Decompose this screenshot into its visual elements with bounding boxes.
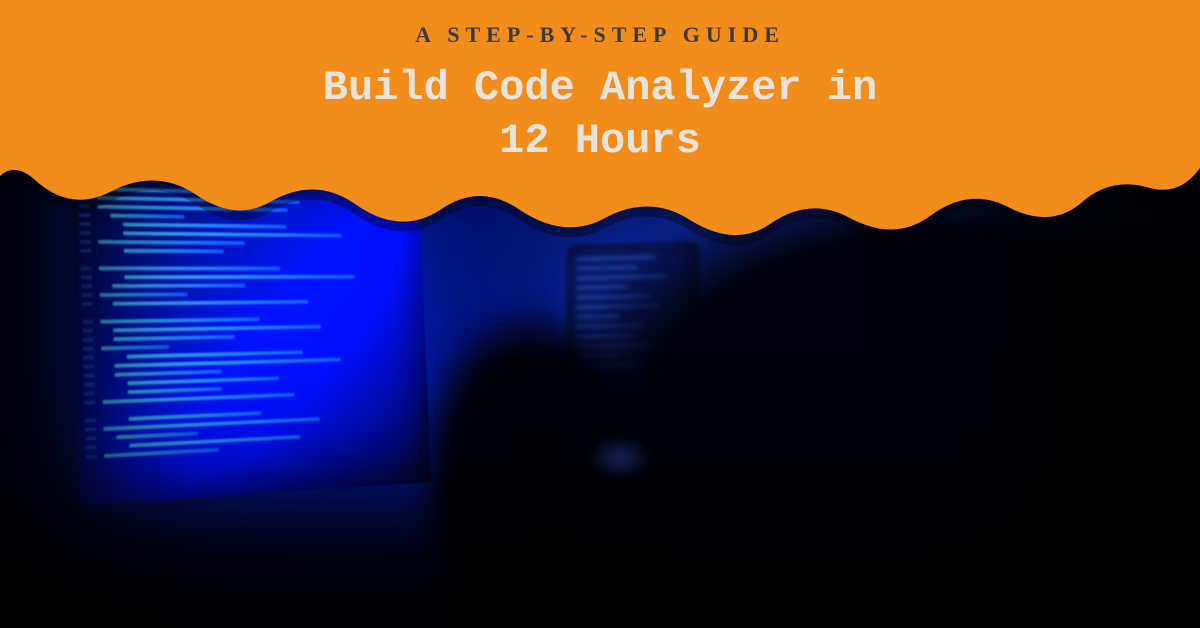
code-line: [127, 376, 278, 385]
code-line: [100, 317, 260, 323]
code-line: [100, 307, 416, 315]
gutter-mark: [81, 275, 92, 279]
gutter-mark: [85, 418, 96, 422]
code-line: [101, 345, 169, 350]
code-line: [128, 387, 222, 394]
code-line: [124, 275, 354, 279]
gutter-mark: [83, 364, 94, 368]
gutter-mark: [84, 400, 95, 404]
code-line: [128, 411, 261, 421]
gutter-mark: [85, 445, 96, 450]
code-line: [104, 448, 219, 458]
finger-highlight: [590, 438, 650, 478]
code-line: [113, 300, 309, 306]
hero-banner: A STEP-BY-STEP GUIDE Build Code Analyzer…: [0, 0, 1200, 628]
gutter-mark: [82, 302, 93, 306]
code-line: [113, 325, 321, 332]
gutter-mark: [86, 454, 97, 459]
gutter-mark: [82, 338, 93, 342]
code-line: [116, 431, 198, 439]
code-line: [100, 292, 188, 297]
gutter-mark: [83, 356, 94, 360]
gutter-mark: [81, 284, 92, 288]
code-line: [114, 335, 234, 341]
code-line: [99, 258, 415, 263]
page-title: Build Code Analyzer in 12 Hours: [0, 62, 1200, 167]
gutter-mark: [82, 320, 93, 324]
gutter-mark: [84, 391, 95, 395]
gutter-mark: [85, 427, 96, 432]
code-line: [114, 358, 341, 368]
gutter-mark: [81, 293, 92, 297]
code-line: [127, 350, 303, 358]
header-text-block: A STEP-BY-STEP GUIDE Build Code Analyzer…: [0, 22, 1200, 167]
gutter-mark: [83, 347, 94, 351]
code-line: [99, 266, 280, 270]
subtitle: A STEP-BY-STEP GUIDE: [0, 22, 1200, 48]
code-line: [115, 370, 223, 377]
gutter-mark: [81, 266, 92, 270]
gutter-mark: [82, 329, 93, 333]
gutter-mark: [84, 382, 95, 386]
gutter-mark: [83, 373, 94, 377]
code-line: [112, 284, 245, 288]
gutter-mark: [85, 436, 96, 441]
